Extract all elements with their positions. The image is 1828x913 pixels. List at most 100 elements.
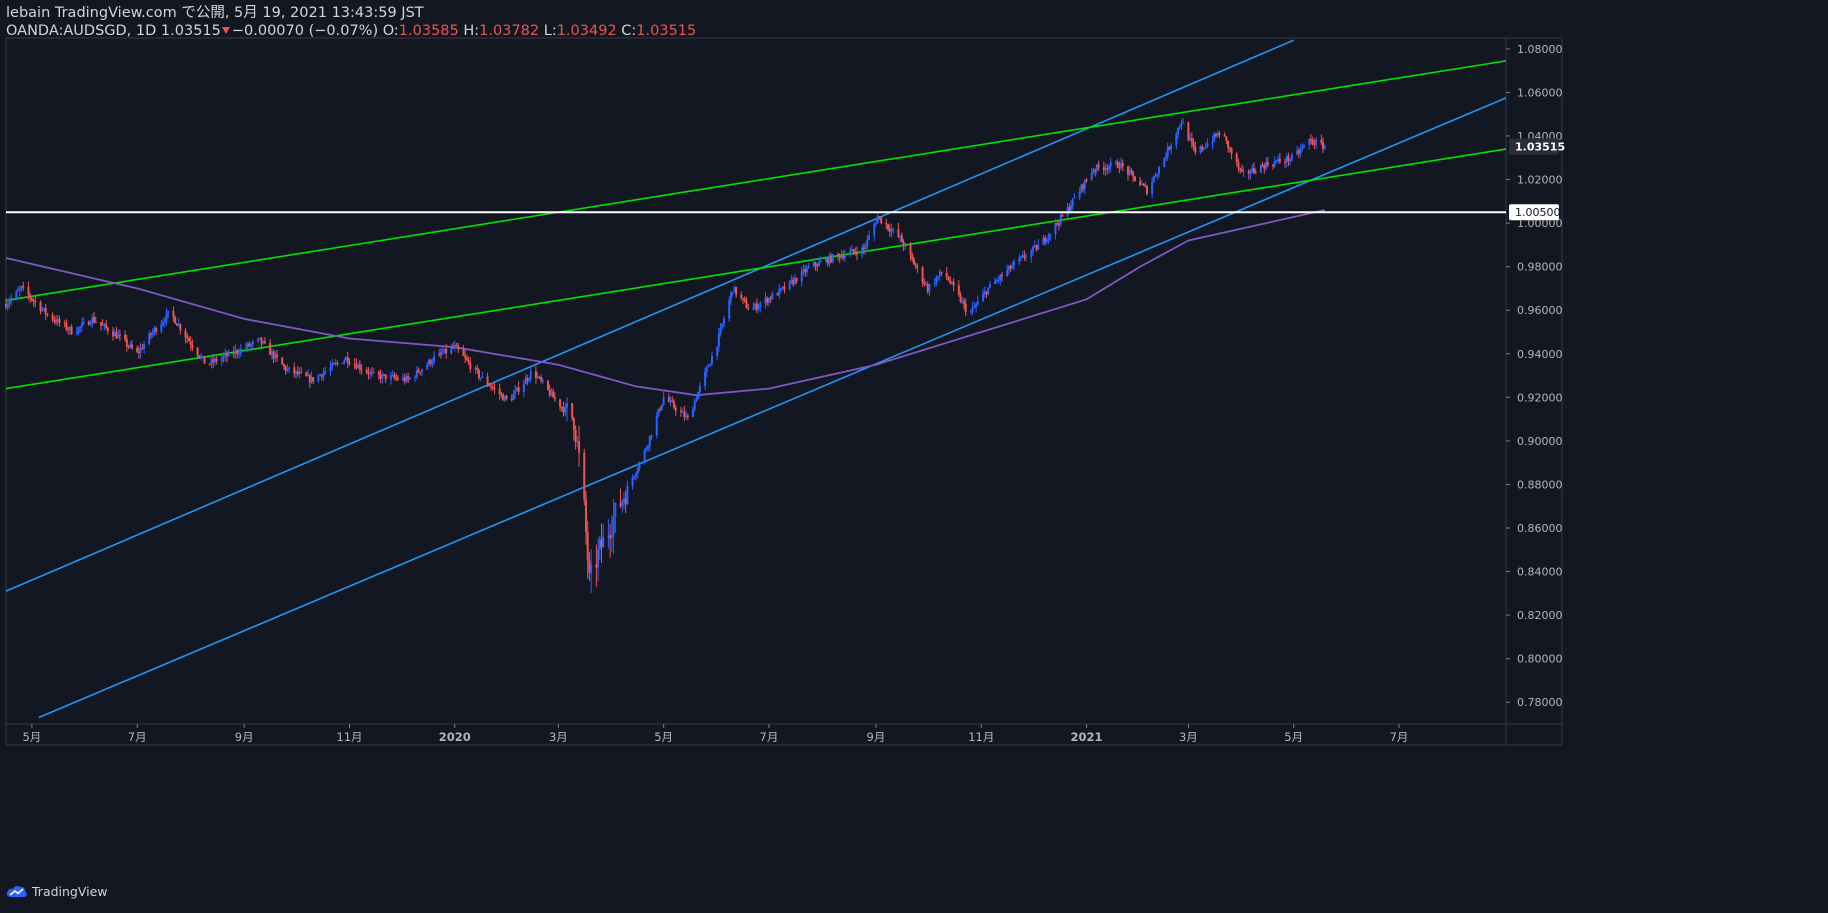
candle[interactable]: [288, 367, 291, 373]
candle[interactable]: [370, 367, 373, 377]
candle[interactable]: [1007, 265, 1010, 275]
candle[interactable]: [614, 502, 617, 533]
candle[interactable]: [1180, 119, 1183, 131]
candle[interactable]: [1199, 145, 1202, 155]
candle[interactable]: [767, 297, 770, 307]
candle[interactable]: [1061, 212, 1064, 218]
candle[interactable]: [969, 309, 972, 315]
candle[interactable]: [995, 278, 998, 284]
candle[interactable]: [56, 314, 59, 327]
candle[interactable]: [101, 319, 104, 326]
candle[interactable]: [1223, 132, 1226, 137]
candle[interactable]: [816, 263, 819, 272]
candle[interactable]: [994, 277, 997, 285]
candle[interactable]: [1158, 165, 1161, 178]
candle[interactable]: [695, 396, 698, 403]
candle[interactable]: [805, 264, 808, 277]
candle[interactable]: [781, 285, 784, 291]
candle[interactable]: [358, 360, 361, 374]
candle[interactable]: [959, 291, 962, 304]
candle[interactable]: [1071, 198, 1074, 211]
candle[interactable]: [298, 367, 301, 379]
candle[interactable]: [510, 394, 513, 402]
candle[interactable]: [659, 406, 662, 412]
candle[interactable]: [707, 363, 710, 368]
chart-area[interactable]: 0.78000 0.80000 0.82000 0.84000 0.86000 0.880…: [0, 0, 1828, 909]
candle[interactable]: [1266, 156, 1269, 168]
candle[interactable]: [1240, 164, 1243, 173]
candle[interactable]: [1163, 157, 1166, 168]
candle[interactable]: [685, 410, 688, 420]
candle[interactable]: [474, 366, 477, 374]
candle[interactable]: [1290, 152, 1293, 162]
candle[interactable]: [1309, 134, 1312, 145]
candle[interactable]: [1313, 138, 1316, 150]
candle[interactable]: [99, 322, 102, 331]
candle[interactable]: [1121, 159, 1124, 172]
candle[interactable]: [1102, 161, 1105, 175]
candle[interactable]: [141, 343, 144, 350]
candle[interactable]: [897, 222, 900, 239]
candle[interactable]: [888, 223, 891, 237]
candle[interactable]: [705, 364, 708, 378]
candle[interactable]: [1315, 136, 1318, 149]
candle[interactable]: [890, 223, 893, 238]
candle[interactable]: [1189, 133, 1192, 141]
candle[interactable]: [764, 292, 767, 309]
candle[interactable]: [1182, 117, 1185, 124]
candle[interactable]: [1011, 261, 1014, 270]
candle[interactable]: [1090, 168, 1093, 182]
candle[interactable]: [515, 386, 518, 392]
candle[interactable]: [830, 252, 833, 264]
candle[interactable]: [1082, 183, 1085, 193]
candle[interactable]: [704, 367, 707, 391]
candle[interactable]: [679, 406, 682, 417]
candle[interactable]: [1225, 136, 1228, 145]
candle[interactable]: [91, 314, 94, 329]
candle[interactable]: [129, 341, 132, 349]
candle[interactable]: [650, 434, 653, 441]
candle[interactable]: [550, 388, 553, 397]
candle[interactable]: [671, 396, 674, 403]
candle[interactable]: [1107, 164, 1110, 175]
candle[interactable]: [949, 275, 952, 285]
candle[interactable]: [586, 520, 589, 579]
candle[interactable]: [1285, 153, 1288, 168]
candle[interactable]: [343, 358, 346, 365]
candle[interactable]: [312, 376, 315, 384]
candle[interactable]: [384, 374, 387, 383]
candle[interactable]: [18, 285, 21, 296]
candle[interactable]: [902, 239, 905, 252]
candle[interactable]: [67, 326, 70, 335]
candle[interactable]: [731, 291, 734, 297]
candle[interactable]: [534, 365, 537, 385]
candle[interactable]: [407, 372, 410, 384]
candle[interactable]: [68, 326, 71, 335]
candle[interactable]: [743, 296, 746, 303]
candle[interactable]: [177, 318, 180, 327]
candle[interactable]: [1211, 135, 1214, 149]
candle[interactable]: [776, 292, 779, 296]
candle[interactable]: [788, 280, 791, 291]
candle[interactable]: [657, 408, 660, 418]
candle[interactable]: [46, 313, 49, 317]
candle[interactable]: [1118, 161, 1121, 174]
candle[interactable]: [790, 274, 793, 285]
candle[interactable]: [1228, 146, 1231, 153]
candle[interactable]: [1045, 237, 1048, 245]
candle[interactable]: [427, 358, 430, 367]
candle[interactable]: [1213, 131, 1216, 143]
candle[interactable]: [983, 286, 986, 298]
candle[interactable]: [590, 549, 593, 593]
candle[interactable]: [697, 391, 700, 400]
candle[interactable]: [153, 325, 156, 337]
candle[interactable]: [260, 337, 263, 348]
candle[interactable]: [602, 524, 605, 548]
candle[interactable]: [1206, 138, 1209, 149]
candle[interactable]: [236, 348, 239, 359]
candle[interactable]: [381, 371, 384, 384]
candle[interactable]: [346, 351, 349, 369]
candle[interactable]: [118, 329, 121, 342]
candle[interactable]: [1230, 147, 1233, 160]
candle[interactable]: [838, 253, 841, 264]
